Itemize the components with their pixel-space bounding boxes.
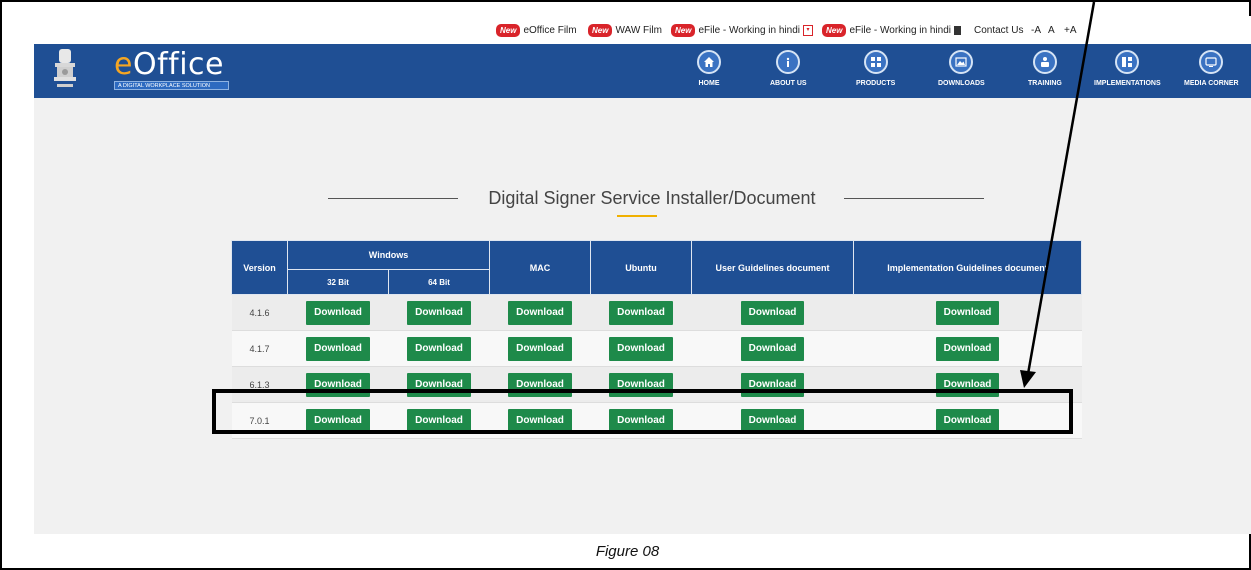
implementations-icon bbox=[1115, 50, 1140, 74]
cell-ubuntu: Download bbox=[590, 294, 692, 331]
header-mac: MAC bbox=[489, 240, 592, 295]
cell-impl-guide: Download bbox=[853, 330, 1082, 367]
nav-products-label: PRODUCTS bbox=[856, 80, 896, 87]
download-button-ubuntu[interactable]: Download bbox=[609, 300, 673, 325]
page-title: Digital Signer Service Installer/Documen… bbox=[488, 188, 816, 208]
nav-about-us[interactable]: ABOUT US bbox=[770, 46, 807, 87]
topbar-link-label: WAW Film bbox=[615, 24, 662, 36]
cell-mac: Download bbox=[489, 294, 591, 331]
figure-caption: Figure 08 bbox=[595, 543, 660, 560]
info-icon bbox=[776, 50, 801, 74]
cell-64-bit: Download bbox=[388, 330, 490, 367]
image-icon bbox=[949, 50, 974, 74]
browser-screenshot: New eOffice Film New WAW Film New eFile … bbox=[34, 16, 1251, 534]
table-row: 4.1.6 Download Download Download Downloa… bbox=[231, 294, 1082, 331]
download-button-64-bit[interactable]: Download bbox=[407, 336, 471, 361]
cell-64-bit: Download bbox=[388, 294, 490, 331]
page-title-row: Digital Signer Service Installer/Documen… bbox=[34, 188, 1251, 208]
font-decrease-button[interactable]: -A bbox=[1031, 23, 1041, 37]
topbar-link-waw-film[interactable]: New WAW Film bbox=[588, 23, 662, 37]
nav-implementations[interactable]: IMPLEMENTATIONS bbox=[1094, 46, 1161, 87]
download-button-impl-guide[interactable]: Download bbox=[935, 300, 1000, 325]
utility-bar: New eOffice Film New WAW Film New eFile … bbox=[34, 16, 1251, 44]
font-normal-button[interactable]: A bbox=[1048, 23, 1055, 37]
nav-home[interactable]: HOME bbox=[697, 46, 721, 87]
grid-icon bbox=[863, 50, 888, 74]
title-accent-underline bbox=[617, 215, 657, 217]
nav-products[interactable]: PRODUCTS bbox=[856, 46, 895, 87]
nav-home-label: HOME bbox=[698, 80, 720, 87]
nav-about-label: ABOUT US bbox=[770, 80, 807, 87]
contact-us-label: Contact Us bbox=[974, 24, 1024, 36]
logo-letter-e: e bbox=[114, 47, 133, 82]
main-navbar: eOffice A DIGITAL WORKPLACE SOLUTION HOM… bbox=[34, 44, 1251, 98]
version-cell: 4.1.7 bbox=[231, 330, 288, 367]
cell-mac: Download bbox=[489, 330, 591, 367]
cell-32-bit: Download bbox=[287, 330, 389, 367]
nav-media-label: MEDIA CORNER bbox=[1184, 80, 1239, 87]
cell-32-bit: Download bbox=[287, 294, 389, 331]
topbar-link-efile-hindi-doc[interactable]: New eFile - Working in hindi bbox=[822, 23, 961, 37]
download-button-32-bit[interactable]: Download bbox=[306, 336, 370, 361]
header-windows: Windows bbox=[286, 240, 491, 270]
font-increase-label: +A bbox=[1064, 24, 1077, 36]
new-badge: New bbox=[588, 23, 613, 37]
nav-implementations-label: IMPLEMENTATIONS bbox=[1094, 80, 1161, 87]
header-implementation-guidelines: Implementation Guidelines document bbox=[853, 240, 1083, 295]
pdf-icon: ▾ bbox=[802, 24, 813, 36]
new-badge: New bbox=[496, 23, 521, 37]
training-icon bbox=[1032, 50, 1057, 74]
download-button-32-bit[interactable]: Download bbox=[306, 300, 370, 325]
eoffice-logo[interactable]: eOffice A DIGITAL WORKPLACE SOLUTION bbox=[114, 50, 229, 90]
title-divider-right bbox=[844, 198, 984, 199]
new-badge: New bbox=[671, 23, 696, 37]
nav-training-label: TRAINING bbox=[1028, 80, 1062, 87]
home-icon bbox=[697, 50, 721, 74]
topbar-link-label: eOffice Film bbox=[523, 24, 577, 36]
download-button-64-bit[interactable]: Download bbox=[407, 300, 471, 325]
download-button-user-guide[interactable]: Download bbox=[740, 336, 805, 361]
cell-impl-guide: Download bbox=[853, 294, 1082, 331]
table-row: 4.1.7 Download Download Download Downloa… bbox=[231, 330, 1082, 367]
header-32-bit: 32 Bit bbox=[287, 269, 389, 295]
document-frame: New eOffice Film New WAW Film New eFile … bbox=[0, 0, 1251, 570]
font-normal-label: A bbox=[1048, 24, 1055, 36]
nav-downloads-label: DOWNLOADS bbox=[938, 80, 985, 87]
version-cell: 4.1.6 bbox=[231, 294, 288, 331]
logo-word-office: Office bbox=[132, 47, 224, 82]
download-button-impl-guide[interactable]: Download bbox=[935, 336, 1000, 361]
download-button-ubuntu[interactable]: Download bbox=[609, 336, 673, 361]
new-badge: New bbox=[822, 23, 847, 37]
download-button-mac[interactable]: Download bbox=[508, 300, 572, 325]
download-button-mac[interactable]: Download bbox=[508, 336, 572, 361]
cell-user-guide: Download bbox=[691, 294, 854, 331]
topbar-link-label: eFile - Working in hindi bbox=[698, 24, 800, 36]
nav-downloads[interactable]: DOWNLOADS bbox=[938, 46, 985, 87]
logo-tagline: A DIGITAL WORKPLACE SOLUTION bbox=[114, 81, 229, 90]
media-icon bbox=[1199, 50, 1224, 74]
highlight-rectangle bbox=[212, 389, 1073, 434]
logo-text: eOffice bbox=[114, 50, 229, 80]
title-divider-left bbox=[328, 198, 458, 199]
topbar-link-efile-hindi-pdf[interactable]: New eFile - Working in hindi ▾ bbox=[671, 23, 813, 37]
header-version: Version bbox=[231, 240, 288, 295]
header-ubuntu: Ubuntu bbox=[590, 240, 693, 295]
header-user-guidelines: User Guidelines document bbox=[691, 240, 855, 295]
nav-media-corner[interactable]: MEDIA CORNER bbox=[1184, 46, 1239, 87]
header-64-bit: 64 Bit bbox=[387, 269, 491, 295]
topbar-link-label: eFile - Working in hindi bbox=[849, 24, 951, 36]
national-emblem-icon bbox=[54, 49, 76, 87]
document-icon bbox=[953, 25, 961, 35]
cell-user-guide: Download bbox=[691, 330, 854, 367]
download-button-user-guide[interactable]: Download bbox=[740, 300, 805, 325]
contact-us-link[interactable]: Contact Us bbox=[974, 23, 1023, 37]
cell-ubuntu: Download bbox=[590, 330, 692, 367]
font-decrease-label: -A bbox=[1031, 24, 1041, 36]
font-increase-button[interactable]: +A bbox=[1064, 23, 1077, 37]
nav-training[interactable]: TRAINING bbox=[1028, 46, 1062, 87]
topbar-link-eoffice-film[interactable]: New eOffice Film bbox=[496, 23, 577, 37]
